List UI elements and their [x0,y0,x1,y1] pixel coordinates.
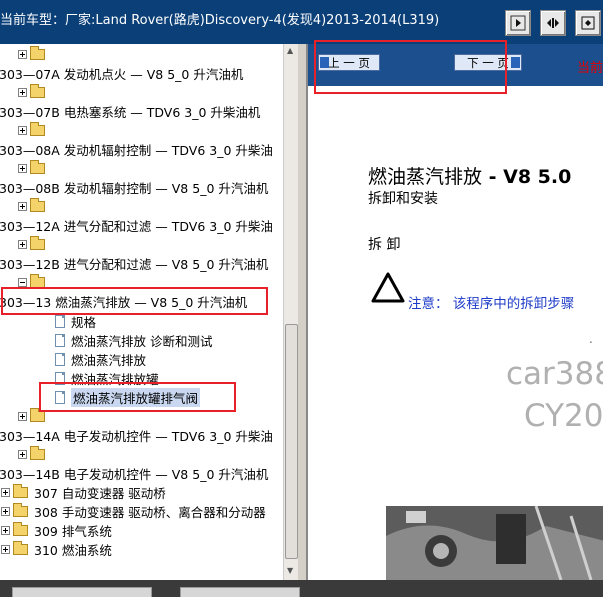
tree-top[interactable]: 308 手动变速器 驱动桥、离合器和分动器 [1,502,266,520]
expand-icon[interactable] [18,201,27,211]
expand-icon[interactable] [1,525,10,535]
tree-node[interactable] [18,121,45,139]
folder-icon [30,45,45,60]
fit-width-button[interactable] [540,10,566,36]
folder-open-icon [30,273,45,288]
document-icon [55,333,65,347]
title-bar: 当前车型：厂家:Land Rover(路虎)Discovery-4(发现4)20… [0,0,603,44]
expand-icon[interactable] [18,411,27,421]
document-subtitle: 拆卸和安装 [368,191,438,207]
caution-note: 注意： 该程序中的拆卸步骤 [408,296,575,312]
tree-item-label: 燃油蒸汽排放 诊断和测试 [71,333,213,349]
tree-item-label: 303—07A 发动机点火 — V8 5_0 升汽油机 [0,66,244,82]
tree-section[interactable]: 303—14A 电子发动机控件 — TDV6 3_0 升柴油 [0,426,273,444]
tree-item-label: 310 燃油系统 [34,542,112,558]
folder-icon [30,121,45,136]
tree-node[interactable] [18,235,45,253]
tree-item-label: 303—08A 发动机辐射控制 — TDV6 3_0 升柴油 [0,142,273,158]
document-viewer: 上 一 页 下 一 页 当前 燃油蒸汽排放 - V8 5.0 拆卸和安装 拆 卸… [306,44,603,580]
folder-icon [30,235,45,250]
expand-icon[interactable] [18,239,27,249]
highlight-box-nav [314,40,507,94]
document-icon [55,314,65,328]
document-title: 燃油蒸汽排放 - V8 5.0 [368,162,571,189]
folder-icon [30,83,45,98]
watermark-line1: car388 [506,356,603,392]
folder-icon [30,445,45,460]
tree-item-label: 303—07B 电热塞系统 — TDV6 3_0 升柴油机 [0,104,261,120]
highlight-box-section [1,287,268,315]
tree-section[interactable]: 303—12B 进气分配和过滤 — V8 5_0 升汽油机 [0,254,268,272]
highlight-box-selected [39,382,236,412]
scroll-thumb[interactable] [285,324,298,559]
folder-icon [30,197,45,212]
document-title-cn: 燃油蒸汽排放 [368,166,483,188]
expand-icon[interactable] [1,544,10,554]
engine-photo-image [386,506,603,580]
expand-icon[interactable] [18,163,27,173]
tree-node[interactable] [18,197,45,215]
tree-section[interactable]: 303—08A 发动机辐射控制 — TDV6 3_0 升柴油 [0,140,273,158]
tree-item-label: 燃油蒸汽排放 [71,352,147,368]
tree-section[interactable]: 303—07A 发动机点火 — V8 5_0 升汽油机 [0,64,243,82]
tree-section[interactable]: 303—07B 电热塞系统 — TDV6 3_0 升柴油机 [0,102,260,120]
folder-icon [13,540,28,555]
fit-page-button[interactable] [575,10,601,36]
section-heading: 拆 卸 [368,237,401,253]
expand-icon[interactable] [18,49,27,59]
expand-icon[interactable] [1,487,10,497]
folder-icon [13,502,28,517]
expand-icon[interactable] [18,87,27,97]
current-page-label: 当前 [576,61,603,76]
app-window: 当前车型：厂家:Land Rover(路虎)Discovery-4(发现4)20… [0,0,603,597]
document-icon [55,352,65,366]
watermark-line2: CY201 [524,398,603,434]
fit-width-icon [547,18,559,28]
tree-top[interactable]: 309 排气系统 [1,521,112,539]
tree-node[interactable] [18,83,45,101]
expand-icon[interactable] [18,449,27,459]
tree-node[interactable] [18,159,45,177]
bottom-button-left[interactable] [12,587,152,597]
tree-item-label: 303—14B 电子发动机控件 — V8 5_0 升汽油机 [0,466,269,482]
folder-icon [30,407,45,422]
tree-node[interactable] [18,445,45,463]
tree-node[interactable] [18,45,45,63]
expand-icon[interactable] [18,125,27,135]
collapse-icon[interactable] [18,277,27,287]
tree-item-label: 303—14A 电子发动机控件 — TDV6 3_0 升柴油 [0,428,273,444]
tree-top[interactable]: 307 自动变速器 驱动桥 [1,483,166,501]
folder-icon [30,159,45,174]
tree-top[interactable]: 310 燃油系统 [1,540,112,558]
dot-text: . [589,332,593,346]
tree-leaf[interactable]: 燃油蒸汽排放 诊断和测试 [55,331,212,349]
tree-item-label: 303—12B 进气分配和过滤 — V8 5_0 升汽油机 [0,256,269,272]
tree-leaf[interactable]: 燃油蒸汽排放 [55,350,146,368]
current-vehicle-title: 当前车型：厂家:Land Rover(路虎)Discovery-4(发现4)20… [0,13,440,28]
scroll-down-icon[interactable]: ▼ [287,566,293,575]
folder-icon [13,521,28,536]
warning-triangle-icon [371,272,405,303]
document-title-en: - V8 5.0 [482,166,572,188]
tree-item-label: 307 自动变速器 驱动桥 [34,485,166,501]
folder-icon [13,483,28,498]
component-photo [386,506,603,580]
tree-item-label: 303—12A 进气分配和过滤 — TDV6 3_0 升柴油 [0,218,273,234]
fit-page-icon [581,16,595,30]
tree-item-label: 308 手动变速器 驱动桥、离合器和分动器 [34,504,266,520]
tree-section[interactable]: 303—14B 电子发动机控件 — V8 5_0 升汽油机 [0,464,268,482]
arrow-right-icon [510,15,526,31]
expand-icon[interactable] [1,506,10,516]
tree-item-label: 309 排气系统 [34,523,112,539]
arrow-right-icon [511,57,520,68]
bottom-bar [0,580,603,597]
tree-scrollbar[interactable]: ▲ ▼ [283,44,298,580]
tree-item-label: 303—08B 发动机辐射控制 — V8 5_0 升汽油机 [0,180,269,196]
tree-section[interactable]: 303—08B 发动机辐射控制 — V8 5_0 升汽油机 [0,178,268,196]
scroll-up-icon[interactable]: ▲ [287,46,293,55]
next-arrow-button[interactable] [505,10,531,36]
tree-section[interactable]: 303—12A 进气分配和过滤 — TDV6 3_0 升柴油 [0,216,273,234]
bottom-button-right[interactable] [180,587,300,597]
